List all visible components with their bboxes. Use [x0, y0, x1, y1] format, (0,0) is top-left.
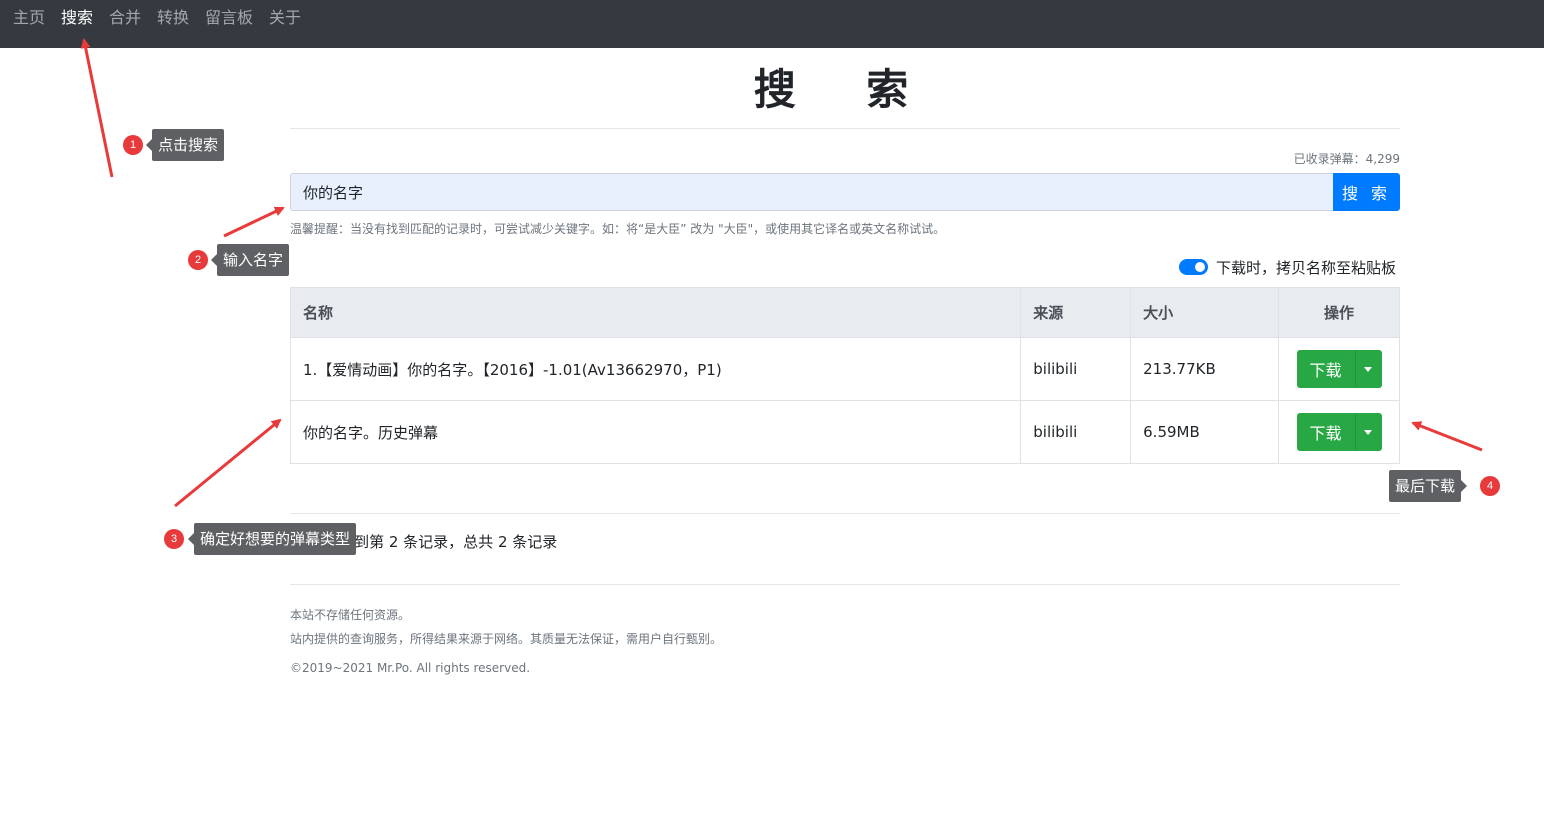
- arrow-to-search-nav: [80, 38, 114, 178]
- row-size: 6.59MB: [1130, 400, 1279, 464]
- column-header-action: 操作: [1278, 287, 1400, 338]
- nav-item-home[interactable]: 主页: [13, 7, 45, 29]
- annotation-number-1: 1: [123, 135, 143, 155]
- footer-copyright: ©2019~2021 Mr.Po. All rights reserved.: [290, 661, 531, 675]
- row-name: 你的名字。历史弹幕: [289, 400, 1022, 464]
- column-header-source: 来源: [1020, 287, 1132, 338]
- download-dropdown-toggle[interactable]: [1354, 350, 1382, 388]
- arrow-to-search-input: [223, 206, 285, 238]
- download-button-group: 下载: [1296, 413, 1382, 451]
- search-group: 搜 索: [290, 173, 1400, 211]
- download-button-group: 下载: [1296, 350, 1382, 388]
- danmaku-count-value: 4,299: [1365, 152, 1400, 166]
- row-name: 1.【爱情动画】你的名字。【2016】-1.01(Av13662970，P1): [289, 337, 1022, 401]
- row-size: 213.77KB: [1130, 337, 1279, 401]
- annotation-label-4: 最后下载: [1389, 470, 1468, 502]
- title-divider: [290, 128, 1400, 129]
- column-header-name: 名称: [289, 287, 1022, 338]
- caret-down-icon: [1364, 429, 1372, 435]
- search-input[interactable]: [290, 173, 1334, 211]
- nav-item-guestbook[interactable]: 留言板: [205, 7, 253, 29]
- arrow-to-download: [1411, 421, 1483, 452]
- copy-name-toggle[interactable]: [1178, 259, 1208, 275]
- results-table: 名称 来源 大小 操作 1.【爱情动画】你的名字。【2016】-1.01(Av1…: [289, 287, 1400, 464]
- table-row: 你的名字。历史弹幕 bilibili 6.59MB 下载: [289, 400, 1400, 464]
- danmaku-count-label: 已收录弹幕：: [1293, 152, 1366, 166]
- arrow-to-result-row: [174, 418, 282, 508]
- pagination-info-text: 第 2 条记录，总共 2 条记录: [369, 533, 558, 551]
- nav-item-merge[interactable]: 合并: [109, 7, 141, 29]
- footer-notice: 站内提供的查询服务，所得结果来源于网络。其质量无法保证，需用户自行甄别。: [290, 632, 723, 646]
- row-actions: 下载: [1278, 400, 1400, 464]
- copy-name-toggle-label[interactable]: 下载时，拷贝名称至粘贴板: [1216, 257, 1396, 278]
- footer-divider: [290, 584, 1400, 585]
- nav-item-about[interactable]: 关于: [269, 7, 301, 29]
- download-button[interactable]: 下载: [1296, 413, 1355, 451]
- toggle-knob: [1194, 262, 1205, 272]
- annotation-number-3: 3: [164, 529, 184, 549]
- nav-item-search[interactable]: 搜索: [61, 7, 93, 29]
- annotation-label-3: 确定好想要的弹幕类型: [187, 523, 357, 555]
- copy-name-toggle-row: 下载时，拷贝名称至粘贴板: [1178, 257, 1396, 278]
- row-source: bilibili: [1020, 337, 1132, 401]
- row-actions: 下载: [1278, 337, 1400, 401]
- table-header-row: 名称 来源 大小 操作: [289, 287, 1400, 338]
- footer-disclaimer: 本站不存储任何资源。: [290, 608, 411, 622]
- page-title: 搜 索: [753, 65, 937, 114]
- download-button[interactable]: 下载: [1296, 350, 1355, 388]
- column-header-size: 大小: [1130, 287, 1279, 338]
- annotation-number-2: 2: [188, 250, 208, 270]
- annotation-label-2: 输入名字: [210, 244, 290, 276]
- annotation-number-4: 4: [1480, 476, 1500, 496]
- row-source: bilibili: [1020, 400, 1132, 464]
- danmaku-count: 已收录弹幕：4,299: [1294, 150, 1400, 167]
- annotation-label-1: 点击搜索: [145, 129, 225, 161]
- search-hint: 温馨提醒：当没有找到匹配的记录时，可尝试减少关键字。如：将“是大臣” 改为 "大…: [290, 222, 946, 236]
- download-dropdown-toggle[interactable]: [1354, 413, 1382, 451]
- top-navbar: 主页 搜索 合并 转换 留言板 关于: [0, 0, 1544, 48]
- search-button[interactable]: 搜 索: [1333, 173, 1400, 211]
- pager-divider: [290, 513, 1400, 514]
- nav-item-convert[interactable]: 转换: [157, 7, 189, 29]
- caret-down-icon: [1364, 366, 1372, 372]
- table-row: 1.【爱情动画】你的名字。【2016】-1.01(Av13662970，P1) …: [289, 337, 1400, 401]
